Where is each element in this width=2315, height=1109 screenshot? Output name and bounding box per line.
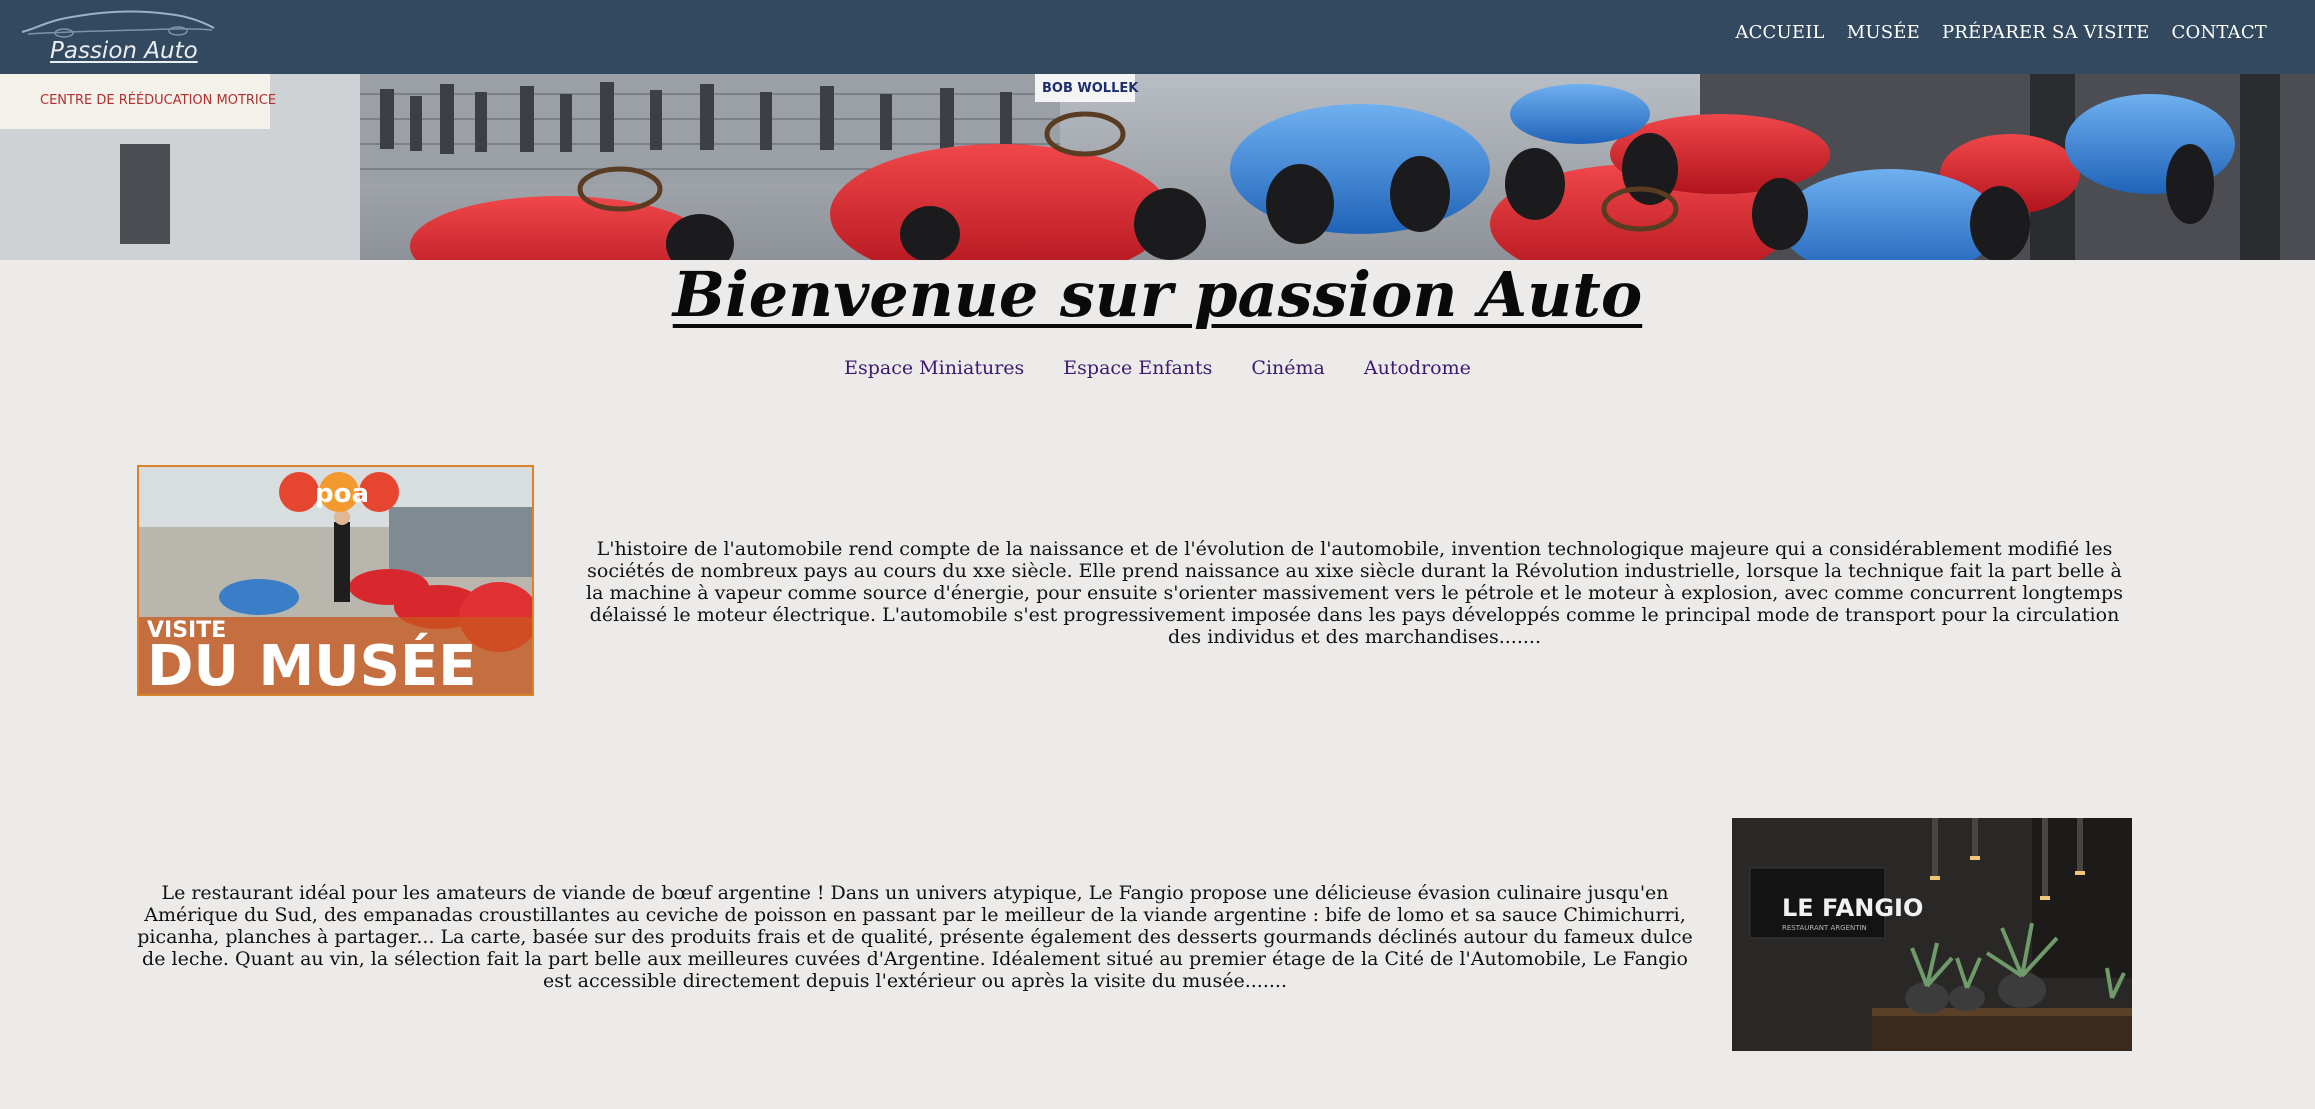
nav-musee[interactable]: MUSÉE — [1847, 22, 1920, 43]
nav-contact[interactable]: CONTACT — [2172, 22, 2267, 43]
image-caption-big: DU MUSÉE — [147, 633, 477, 694]
site-logo[interactable]: Passion Auto — [18, 6, 218, 68]
poa-badge-text: poa — [315, 479, 369, 509]
link-espace-miniatures[interactable]: Espace Miniatures — [844, 357, 1024, 379]
hero-banner-text: BOB WOLLEK — [1042, 81, 1139, 96]
nav-accueil[interactable]: ACCUEIL — [1735, 22, 1824, 43]
le-fangio-image[interactable]: LE FANGIO RESTAURANT ARGENTIN — [1732, 818, 2132, 1051]
hero-sign-text: CENTRE DE RÉÉDUCATION MOTRICE — [40, 92, 276, 108]
logo-text: Passion Auto — [50, 38, 198, 64]
section-links: Espace Miniatures Espace Enfants Cinéma … — [0, 357, 2315, 379]
history-paragraph: L'histoire de l'automobile rend compte d… — [586, 538, 2123, 648]
fangio-sign: LE FANGIO — [1782, 894, 1923, 922]
restaurant-paragraph: Le restaurant idéal pour les amateurs de… — [137, 882, 1693, 992]
nav-preparer-visite[interactable]: PRÉPARER SA VISITE — [1942, 22, 2150, 43]
link-cinema[interactable]: Cinéma — [1251, 357, 1324, 379]
link-espace-enfants[interactable]: Espace Enfants — [1063, 357, 1212, 379]
musee-visit-image[interactable]: poa VISITE DU MUSÉE — [137, 465, 534, 696]
link-autodrome[interactable]: Autodrome — [1364, 357, 1471, 379]
top-navigation-bar: Passion Auto ACCUEIL MUSÉE PRÉPARER SA V… — [0, 0, 2315, 74]
fangio-sign-small: RESTAURANT ARGENTIN — [1782, 924, 1867, 932]
car-silhouette-icon — [21, 10, 215, 38]
page-title: Bienvenue sur passion Auto — [672, 258, 1643, 331]
main-nav: ACCUEIL MUSÉE PRÉPARER SA VISITE CONTACT — [1735, 22, 2267, 43]
hero-banner-image: CENTRE DE RÉÉDUCATION MOTRICE BOB WOLLEK — [0, 74, 2315, 260]
race-cars-illustration: CENTRE DE RÉÉDUCATION MOTRICE BOB WOLLEK — [0, 74, 2315, 260]
